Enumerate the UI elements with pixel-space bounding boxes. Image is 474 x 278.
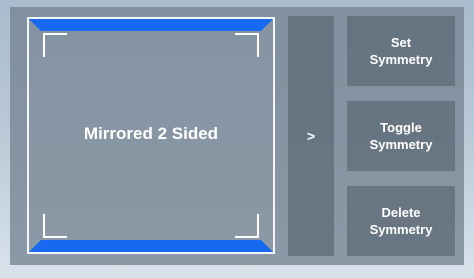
next-mode-button[interactable]: > (288, 16, 334, 256)
next-arrow-icon: > (306, 128, 316, 144)
toggle-symmetry-label-line1: Toggle (380, 120, 422, 135)
toggle-symmetry-label-line2: Symmetry (369, 137, 433, 152)
toggle-symmetry-button[interactable]: Toggle Symmetry (347, 101, 455, 171)
top-mirror-bar (29, 19, 273, 31)
corner-bracket-top-right-icon (235, 33, 259, 57)
delete-symmetry-label-line2: Symmetry (369, 222, 433, 237)
delete-symmetry-button[interactable]: Delete Symmetry (347, 186, 455, 256)
delete-symmetry-label-line1: Delete (381, 205, 421, 220)
symmetry-mode-label: Mirrored 2 Sided (83, 124, 219, 143)
corner-bracket-bottom-left-icon (43, 214, 67, 238)
corner-bracket-top-left-icon (43, 33, 67, 57)
symmetry-preview[interactable]: Mirrored 2 Sided (27, 17, 275, 254)
set-symmetry-button[interactable]: Set Symmetry (347, 16, 455, 86)
set-symmetry-label-line2: Symmetry (369, 52, 433, 67)
corner-bracket-bottom-right-icon (235, 214, 259, 238)
set-symmetry-label-line1: Set (390, 35, 412, 50)
bottom-mirror-bar (29, 240, 273, 252)
